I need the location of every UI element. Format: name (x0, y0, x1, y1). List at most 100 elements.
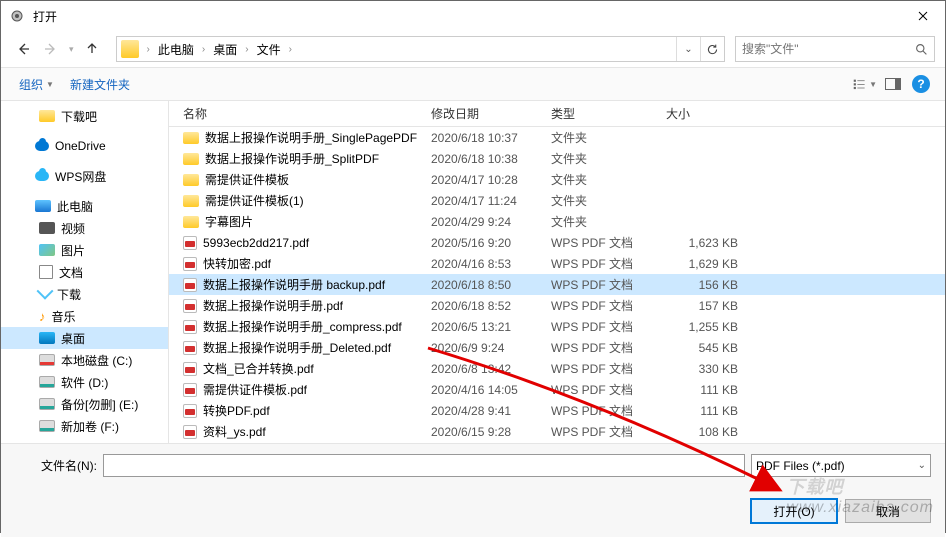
search-box[interactable] (735, 36, 935, 62)
file-size: 111 KB (666, 383, 756, 397)
sidebar-item-pictures[interactable]: 图片 (1, 239, 168, 261)
address-dropdown[interactable]: ⌄ (676, 37, 700, 61)
file-type: WPS PDF 文档 (551, 339, 666, 356)
file-row[interactable]: 转换PDF.pdf2020/4/28 9:41WPS PDF 文档111 KB (169, 400, 945, 421)
file-date: 2020/6/5 13:21 (431, 320, 551, 334)
file-date: 2020/6/18 8:50 (431, 278, 551, 292)
file-list[interactable]: 数据上报操作说明手册_SinglePagePDF 2020/6/18 10:37 文… (169, 127, 945, 443)
sidebar-item-thispc[interactable]: 此电脑 (1, 195, 168, 217)
breadcrumb-root[interactable]: 此电脑 (154, 39, 198, 60)
folder-icon (39, 110, 55, 122)
file-row[interactable]: 数据上报操作说明手册_compress.pdf2020/6/5 13:21WPS… (169, 316, 945, 337)
file-date: 2020/6/18 10:37 (431, 131, 551, 145)
file-size: 156 KB (666, 278, 756, 292)
pdf-icon (183, 278, 197, 292)
file-name: 数据上报操作说明手册_Deleted.pdf (203, 339, 391, 356)
sidebar-item-video[interactable]: 视频 (1, 217, 168, 239)
file-row[interactable]: 需提供证件模板2020/4/17 10:28文件夹 (169, 169, 945, 190)
file-type: WPS PDF 文档 (551, 381, 666, 398)
sidebar-item-music[interactable]: ♪音乐 (1, 305, 168, 327)
new-folder-button[interactable]: 新建文件夹 (64, 72, 136, 97)
search-icon[interactable] (908, 43, 934, 56)
file-row[interactable]: 资料_ys.pdf2020/6/15 9:28WPS PDF 文档108 KB (169, 421, 945, 442)
file-name: 数据上报操作说明手册_SinglePagePDF (205, 129, 417, 146)
refresh-button[interactable] (700, 37, 724, 61)
back-button[interactable] (11, 37, 35, 61)
downloads-icon (37, 283, 54, 300)
pdf-icon (183, 341, 197, 355)
sidebar-item-diskf[interactable]: 新加卷 (F:) (1, 415, 168, 437)
search-input[interactable] (736, 42, 908, 56)
history-dropdown[interactable]: ▾ (67, 44, 76, 55)
open-button[interactable]: 打开(O) (751, 499, 837, 523)
file-row[interactable]: 文档_已合并转换.pdf2020/6/8 13:42WPS PDF 文档330 … (169, 358, 945, 379)
file-name: 转换PDF.pdf (203, 402, 270, 419)
file-list-pane: 名称 修改日期 类型 大小 数据上报操作说明手册_SinglePagePDF 20… (169, 101, 945, 443)
file-name: 快转加密.pdf (203, 255, 271, 272)
breadcrumb-part2[interactable]: 文件 (253, 39, 285, 60)
sidebar-item-diskd[interactable]: 软件 (D:) (1, 371, 168, 393)
file-date: 2020/6/9 9:24 (431, 341, 551, 355)
file-name: 需提供证件模板(1) (205, 192, 304, 209)
forward-button[interactable] (39, 37, 63, 61)
back-arrow-icon (15, 41, 31, 57)
file-type: WPS PDF 文档 (551, 276, 666, 293)
filetype-label: PDF Files (*.pdf) (756, 459, 845, 473)
file-row[interactable]: 数据上报操作说明手册_SinglePagePDF2020/6/18 10:37文… (169, 127, 945, 148)
sidebar-item-downloads[interactable]: 下载 (1, 283, 168, 305)
pdf-icon (183, 257, 197, 271)
file-date: 2020/4/16 14:05 (431, 383, 551, 397)
sidebar-item-wps[interactable]: WPS网盘 (1, 165, 168, 187)
column-header-name[interactable]: 名称 (183, 105, 431, 122)
file-name: 5993ecb2dd217.pdf (203, 236, 309, 250)
address-bar[interactable]: › 此电脑 › 桌面 › 文件 › ⌄ (116, 36, 725, 62)
filename-label: 文件名(N): (15, 457, 97, 474)
file-row[interactable]: 快转加密.pdf2020/4/16 8:53WPS PDF 文档1,629 KB (169, 253, 945, 274)
chevron-right-icon: › (198, 44, 209, 55)
file-row[interactable]: 数据上报操作说明手册_SplitPDF2020/6/18 10:38文件夹 (169, 148, 945, 169)
sidebar-item-documents[interactable]: 文档 (1, 261, 168, 283)
file-type: WPS PDF 文档 (551, 318, 666, 335)
preview-pane-button[interactable] (881, 73, 905, 95)
disk-icon (39, 354, 55, 366)
file-name: 数据上报操作说明手册 backup.pdf (203, 276, 385, 293)
pdf-icon (183, 236, 197, 250)
breadcrumb-part1[interactable]: 桌面 (209, 39, 241, 60)
button-row: 打开(O) 取消 (15, 499, 931, 523)
desktop-icon (39, 332, 55, 344)
view-options-button[interactable]: ▼ (853, 73, 877, 95)
up-button[interactable] (80, 37, 104, 61)
navbar: ▾ › 此电脑 › 桌面 › 文件 › ⌄ (1, 31, 945, 67)
help-button[interactable]: ? (909, 73, 933, 95)
sidebar-item-desktop[interactable]: 桌面 (1, 327, 168, 349)
body-area: 下载吧 OneDrive WPS网盘 此电脑 视频 图片 文档 下载 ♪音乐 桌… (1, 101, 945, 443)
column-header-type[interactable]: 类型 (551, 105, 666, 122)
folder-icon (121, 40, 139, 58)
file-row[interactable]: 字幕图片2020/4/29 9:24文件夹 (169, 211, 945, 232)
sidebar-item-onedrive[interactable]: OneDrive (1, 135, 168, 157)
file-row[interactable]: 需提供证件模板(1)2020/4/17 11:24文件夹 (169, 190, 945, 211)
file-row[interactable]: 5993ecb2dd217.pdf2020/5/16 9:20WPS PDF 文… (169, 232, 945, 253)
file-date: 2020/4/28 9:41 (431, 404, 551, 418)
column-header-date[interactable]: 修改日期 (431, 105, 551, 122)
file-row[interactable]: 数据上报操作说明手册_Deleted.pdf 2020/6/9 9:24WPS P… (169, 337, 945, 358)
sidebar-item-download8[interactable]: 下载吧 (1, 105, 168, 127)
toolbar: 组织 ▼ 新建文件夹 ▼ ? (1, 67, 945, 101)
wps-cloud-icon (35, 171, 49, 181)
filetype-select[interactable]: PDF Files (*.pdf) ⌄ (751, 454, 931, 477)
sidebar-item-diske[interactable]: 备份[勿删] (E:) (1, 393, 168, 415)
file-size: 1,255 KB (666, 320, 756, 334)
file-row[interactable]: 数据上报操作说明手册 backup.pdf 2020/6/18 8:50WPS P… (169, 274, 945, 295)
close-button[interactable] (900, 1, 945, 31)
file-row[interactable]: 需提供证件模板.pdf 2020/4/16 14:05WPS PDF 文档111 … (169, 379, 945, 400)
cancel-button[interactable]: 取消 (845, 499, 931, 523)
file-name: 需提供证件模板.pdf (203, 381, 307, 398)
file-size: 1,629 KB (666, 257, 756, 271)
column-header-size[interactable]: 大小 (666, 105, 756, 122)
file-row[interactable]: 数据上报操作说明手册.pdf2020/6/18 8:52WPS PDF 文档15… (169, 295, 945, 316)
organize-menu[interactable]: 组织 ▼ (13, 72, 60, 97)
onedrive-icon (35, 141, 49, 151)
filename-input[interactable] (103, 454, 745, 477)
sidebar-item-diskc[interactable]: 本地磁盘 (C:) (1, 349, 168, 371)
music-icon: ♪ (39, 309, 46, 324)
